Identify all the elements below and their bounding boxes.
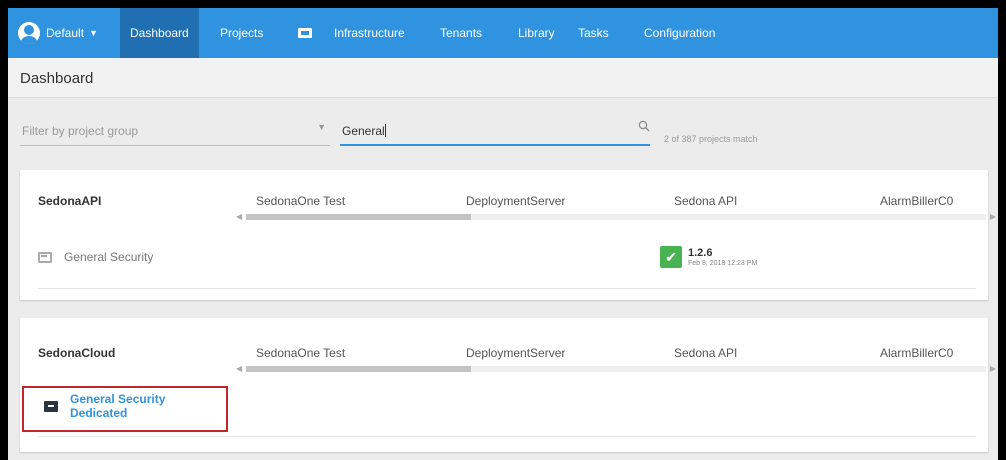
nav-projects[interactable]: Projects: [220, 8, 263, 58]
nav-infrastructure[interactable]: Infrastructure: [334, 8, 405, 58]
project-group-card: SedonaAPI SedonaOne Test DeploymentServe…: [20, 170, 996, 300]
horizontal-scrollbar[interactable]: ◀ ▶: [236, 364, 996, 374]
env-header: DeploymentServer: [466, 194, 566, 208]
env-header: AlarmBillerC0: [880, 194, 954, 208]
divider: [38, 436, 976, 437]
divider: [38, 288, 976, 289]
dropdown-arrow-icon: ▼: [317, 122, 326, 132]
deployment-date: Feb 8, 2018 12:23 PM: [688, 260, 758, 267]
horizontal-scrollbar[interactable]: ◀ ▶: [236, 212, 996, 222]
user-avatar-icon: [18, 22, 40, 44]
page-title: Dashboard: [20, 70, 94, 87]
text-cursor: [384, 124, 386, 137]
search-icon[interactable]: [638, 120, 650, 132]
scroll-thumb[interactable]: [246, 214, 471, 220]
search-value: General: [342, 124, 385, 138]
app-frame: Default ▼ Dashboard Projects Infrastruct…: [8, 8, 998, 460]
nav-dashboard[interactable]: Dashboard: [120, 8, 199, 58]
title-bar: Dashboard: [8, 58, 998, 98]
project-group-filter[interactable]: Filter by project group ▼: [20, 118, 330, 146]
group-name[interactable]: SedonaCloud: [38, 346, 115, 360]
success-check-icon: ✔: [660, 246, 682, 268]
env-header: SedonaOne Test: [256, 346, 346, 360]
nav-library[interactable]: Library: [518, 8, 555, 58]
env-header: AlarmBillerC0: [880, 346, 954, 360]
nav-library-icon[interactable]: [298, 8, 312, 58]
release-version: 1.2.6: [688, 247, 713, 259]
space-label: Default: [46, 26, 85, 40]
env-header: SedonaOne Test: [256, 194, 346, 208]
deployment-status[interactable]: ✔ 1.2.6 Feb 8, 2018 12:23 PM: [660, 246, 757, 268]
project-name: General Security: [64, 250, 154, 264]
scroll-left-icon[interactable]: ◀: [236, 212, 242, 221]
env-header: Sedona API: [674, 194, 738, 208]
search-input[interactable]: General: [340, 118, 650, 146]
project-icon: [38, 251, 52, 263]
project-row[interactable]: General Security: [38, 250, 153, 264]
chevron-down-icon: ▼: [89, 28, 98, 38]
variables-icon: [298, 28, 312, 38]
env-header: DeploymentServer: [466, 346, 566, 360]
scroll-right-icon[interactable]: ▶: [990, 212, 996, 221]
space-switcher[interactable]: Default ▼: [18, 20, 114, 46]
nav-tenants[interactable]: Tenants: [440, 8, 482, 58]
nav-configuration[interactable]: Configuration: [644, 8, 715, 58]
env-header: Sedona API: [674, 346, 738, 360]
highlight-box: [22, 386, 228, 432]
nav-tasks[interactable]: Tasks: [578, 8, 609, 58]
project-group-placeholder: Filter by project group: [22, 124, 139, 138]
match-count: 2 of 387 projects match: [664, 134, 758, 144]
scroll-right-icon[interactable]: ▶: [990, 364, 996, 373]
scroll-thumb[interactable]: [246, 366, 471, 372]
scroll-left-icon[interactable]: ◀: [236, 364, 242, 373]
top-nav: Default ▼ Dashboard Projects Infrastruct…: [8, 8, 998, 58]
group-name[interactable]: SedonaAPI: [38, 194, 101, 208]
